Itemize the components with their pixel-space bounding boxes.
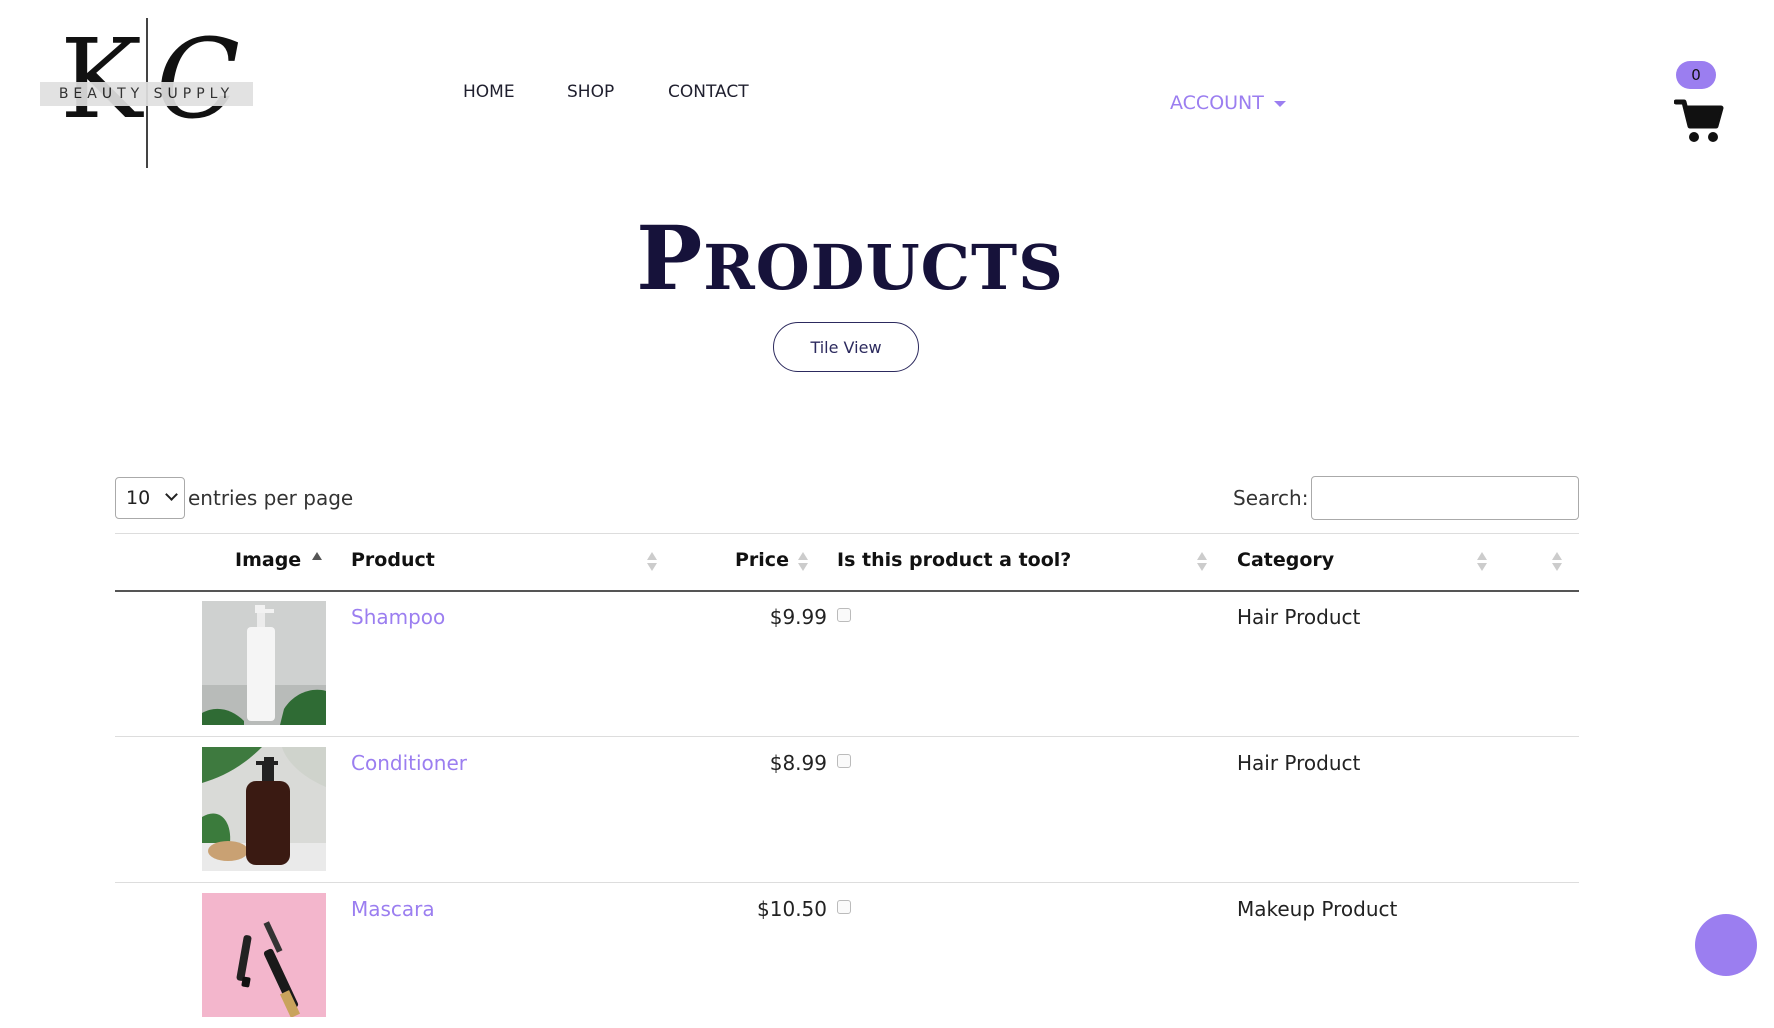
shampoo-bottle-image xyxy=(202,601,326,725)
logo-tagline: BEAUTY SUPPLY xyxy=(58,86,235,102)
product-category: Makeup Product xyxy=(1237,897,1398,921)
page-title: Products xyxy=(636,206,1064,310)
mascara-image xyxy=(202,893,326,1017)
logo-letter-k: K xyxy=(60,15,143,143)
cart-count-badge: 0 xyxy=(1676,61,1716,89)
logo-letter-c: C xyxy=(156,15,241,143)
entries-label: entries per page xyxy=(188,486,354,510)
search-label: Search: xyxy=(1233,486,1309,510)
sort-icon[interactable] xyxy=(1552,552,1562,572)
column-header-image[interactable]: Image xyxy=(235,549,301,571)
account-dropdown[interactable]: ACCOUNT xyxy=(1170,92,1286,114)
chat-widget-button[interactable] xyxy=(1695,914,1757,976)
chevron-down-icon xyxy=(165,488,178,501)
sort-icon[interactable] xyxy=(1477,552,1487,572)
table-row: Shampoo $9.99 Hair Product xyxy=(115,590,1579,737)
account-label: ACCOUNT xyxy=(1170,92,1264,114)
logo-band: BEAUTY SUPPLY xyxy=(40,82,253,106)
table-header: Image Product Price Is this product a to… xyxy=(115,533,1579,592)
column-header-product[interactable]: Product xyxy=(351,549,435,571)
shopping-cart-icon[interactable] xyxy=(1674,98,1724,144)
sort-icon[interactable] xyxy=(647,552,657,572)
entries-value: 10 xyxy=(126,487,151,509)
caret-down-icon xyxy=(1273,100,1286,107)
product-link[interactable]: Shampoo xyxy=(351,605,445,629)
conditioner-bottle-image xyxy=(202,747,326,871)
is-tool-checkbox xyxy=(837,754,851,768)
nav-contact[interactable]: CONTACT xyxy=(668,82,749,102)
product-price: $10.50 xyxy=(757,897,827,921)
product-category: Hair Product xyxy=(1237,751,1361,775)
sort-icon[interactable] xyxy=(798,552,808,572)
is-tool-checkbox xyxy=(837,900,851,914)
product-link[interactable]: Mascara xyxy=(351,897,435,921)
tile-view-button[interactable]: Tile View xyxy=(773,322,919,372)
nav-home[interactable]: HOME xyxy=(463,82,515,102)
brand-logo[interactable]: K C BEAUTY SUPPLY xyxy=(40,14,258,168)
entries-per-page-select[interactable]: 10 xyxy=(115,477,185,519)
column-header-category[interactable]: Category xyxy=(1237,549,1334,571)
table-row: Mascara $10.50 Makeup Product xyxy=(115,882,1579,1028)
product-price: $9.99 xyxy=(769,605,827,629)
nav-shop[interactable]: SHOP xyxy=(567,82,614,102)
sort-icon[interactable] xyxy=(1197,552,1207,572)
column-header-is-tool[interactable]: Is this product a tool? xyxy=(837,549,1071,571)
is-tool-checkbox xyxy=(837,608,851,622)
search-input[interactable] xyxy=(1311,476,1579,520)
product-link[interactable]: Conditioner xyxy=(351,751,467,775)
product-category: Hair Product xyxy=(1237,605,1361,629)
sort-asc-icon[interactable] xyxy=(312,552,322,572)
product-price: $8.99 xyxy=(769,751,827,775)
column-header-price[interactable]: Price xyxy=(735,549,789,571)
table-row: Conditioner $8.99 Hair Product xyxy=(115,736,1579,883)
